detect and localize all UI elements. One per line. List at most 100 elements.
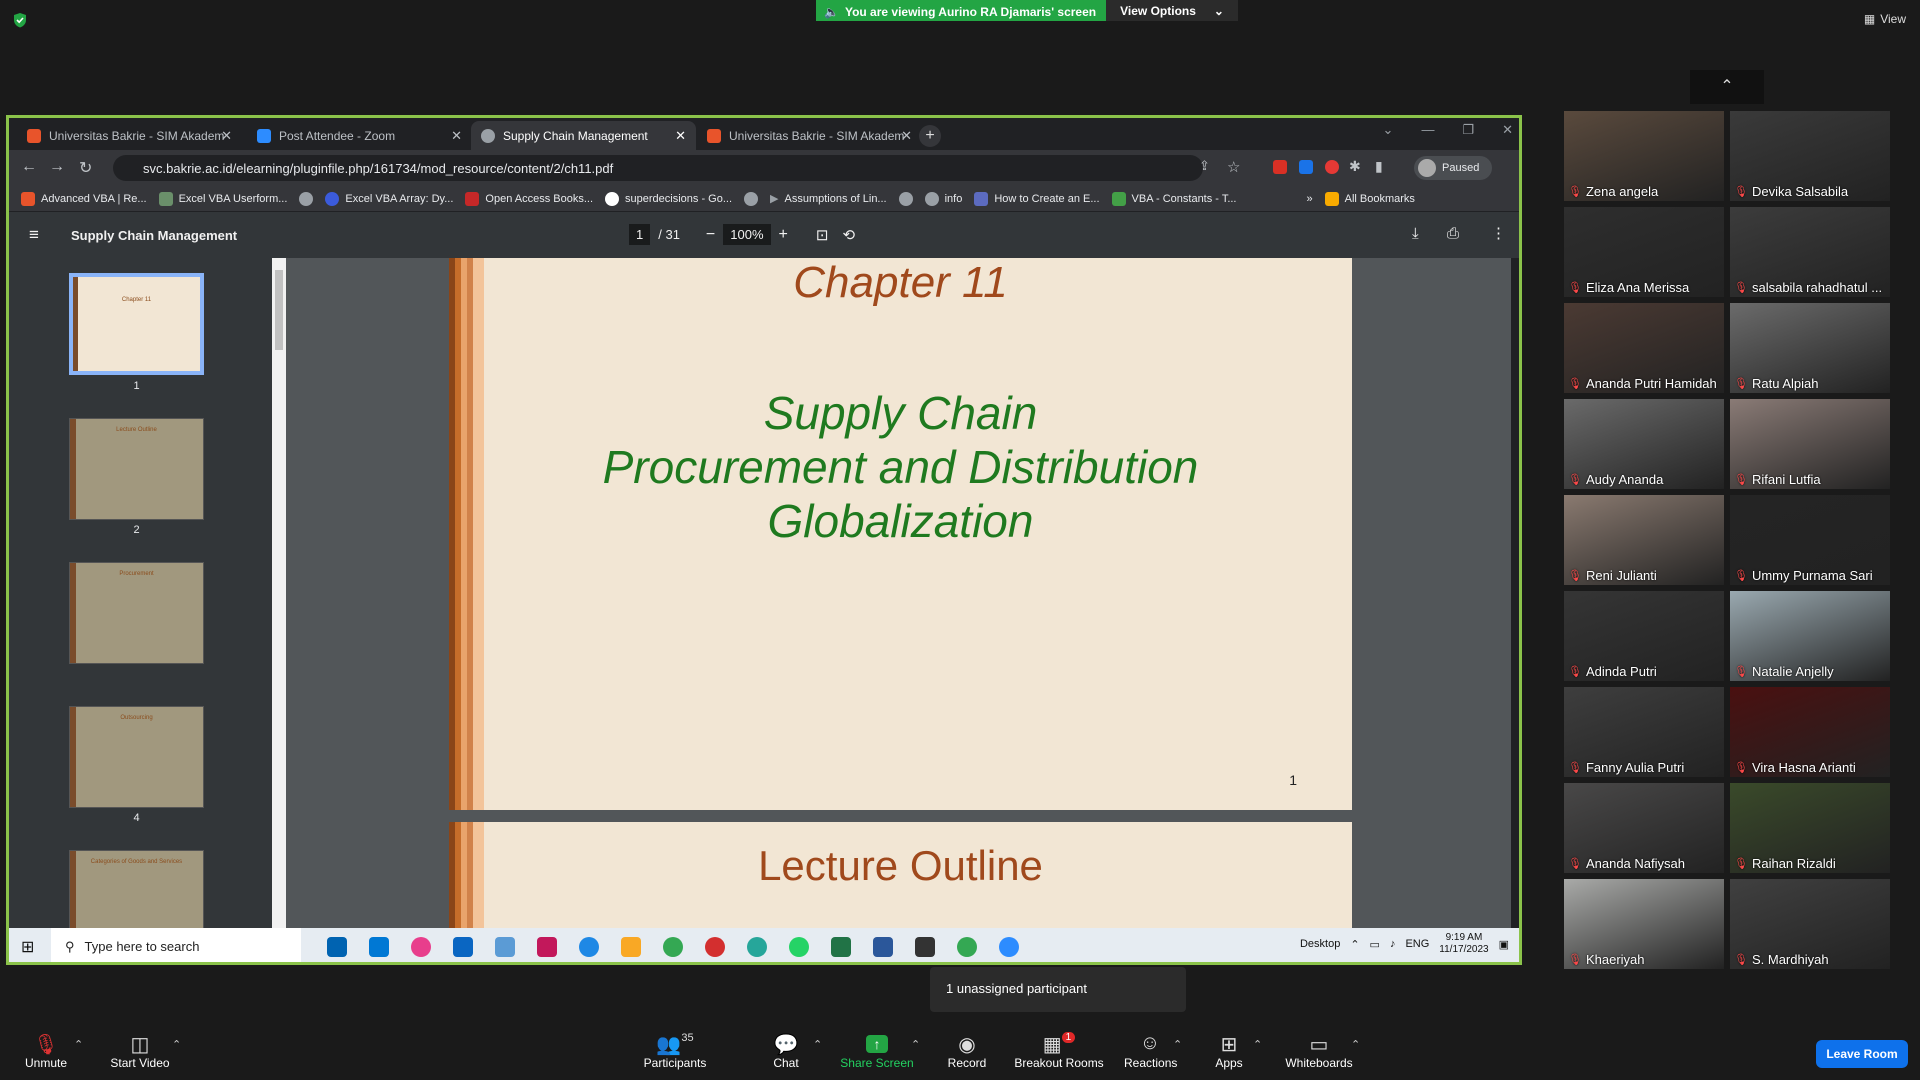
start-video-button[interactable]: ◫ Start Video (104, 1032, 176, 1070)
chat-options-chevron-icon[interactable]: ⌃ (813, 1038, 822, 1051)
more-options-icon[interactable]: ⋮ (1491, 224, 1506, 242)
participant-tile[interactable]: 🎙 Adinda Putri (1564, 591, 1724, 681)
download-icon[interactable]: ⤓ (1412, 225, 1419, 242)
bookmark-item[interactable] (744, 191, 759, 206)
bookmark-item[interactable]: superdecisions - Go... (605, 191, 732, 206)
whatsapp-icon[interactable] (789, 937, 809, 957)
taskbar-app-icon[interactable] (705, 937, 725, 957)
all-bookmarks-button[interactable]: All Bookmarks (1324, 191, 1415, 206)
close-window-icon[interactable]: ✕ (1502, 122, 1513, 138)
close-tab-icon[interactable]: ✕ (451, 128, 462, 144)
rotate-icon[interactable]: ⟲ (842, 226, 855, 244)
excel-icon[interactable] (831, 937, 851, 957)
share-options-chevron-icon[interactable]: ⌃ (911, 1038, 920, 1051)
browser-tab[interactable]: Universitas Bakrie - SIM Akadem ✕ (697, 121, 922, 150)
close-tab-icon[interactable]: ✕ (901, 128, 912, 144)
page-thumbnail[interactable]: Procurement (69, 562, 204, 664)
word-icon[interactable] (873, 937, 893, 957)
mail-icon[interactable] (453, 937, 473, 957)
page-thumbnail[interactable]: Chapter 11 (69, 273, 204, 375)
close-tab-icon[interactable]: ✕ (675, 128, 686, 144)
participant-tile[interactable]: 🎙 Vira Hasna Arianti (1730, 687, 1890, 777)
bookmark-item[interactable]: Advanced VBA | Re... (21, 191, 147, 206)
back-icon[interactable]: ← (21, 158, 37, 176)
participant-tile[interactable]: 🎙 Audy Ananda (1564, 399, 1724, 489)
participant-tile[interactable]: 🎙 Eliza Ana Merissa (1564, 207, 1724, 297)
close-tab-icon[interactable]: ✕ (221, 128, 232, 144)
bookmark-item[interactable] (898, 191, 913, 206)
bookmark-item[interactable]: Excel VBA Array: Dy... (325, 191, 453, 206)
collapse-gallery-button[interactable]: ⌃ (1690, 70, 1764, 104)
side-panel-icon[interactable]: ▮ (1375, 158, 1383, 175)
record-button[interactable]: ◉ Record (944, 1032, 990, 1070)
leave-room-button[interactable]: Leave Room (1816, 1040, 1908, 1068)
reload-icon[interactable]: ↻ (79, 158, 92, 178)
browser-tab[interactable]: Post Attendee - Zoom ✕ (247, 121, 472, 150)
forward-icon[interactable]: → (49, 158, 65, 176)
view-options-button[interactable]: View Options ⌄ (1106, 0, 1238, 21)
edge-icon[interactable] (579, 937, 599, 957)
taskbar-app-icon[interactable] (411, 937, 431, 957)
apps-options-chevron-icon[interactable]: ⌃ (1253, 1038, 1262, 1051)
taskbar-app-icon[interactable] (495, 937, 515, 957)
reactions-options-chevron-icon[interactable]: ⌃ (1173, 1038, 1182, 1051)
star-icon[interactable]: ☆ (1227, 158, 1240, 176)
whiteboards-button[interactable]: ▭ Whiteboards (1284, 1032, 1354, 1070)
new-tab-button[interactable]: + (919, 125, 941, 147)
url-field[interactable]: svc.bakrie.ac.id/elearning/pluginfile.ph… (113, 155, 1203, 181)
taskbar-app-icon[interactable] (915, 937, 935, 957)
edge-icon[interactable] (747, 937, 767, 957)
participant-tile[interactable]: 🎙 salsabila rahadhatul ... (1730, 207, 1890, 297)
bookmark-item[interactable]: info (924, 191, 962, 206)
taskbar-clock[interactable]: 9:19 AM 11/17/2023 (1439, 932, 1488, 956)
participant-tile[interactable]: 🎙 Fanny Aulia Putri (1564, 687, 1724, 777)
volume-icon[interactable]: ♪ (1390, 938, 1396, 950)
zoom-in-icon[interactable]: + (779, 226, 788, 244)
page-number-input[interactable]: 1 (629, 224, 651, 245)
participant-tile[interactable]: 🎙 Khaeriyah (1564, 879, 1724, 969)
page-thumbnail[interactable]: Outsourcing (69, 706, 204, 808)
view-button[interactable]: ▦ View (1864, 12, 1906, 26)
participant-tile[interactable]: 🎙 S. Mardhiyah (1730, 879, 1890, 969)
chevron-up-icon[interactable]: ⌃ (1350, 938, 1359, 951)
browser-tab-active[interactable]: Supply Chain Management ✕ (471, 121, 696, 150)
taskbar-app-icon[interactable] (369, 937, 389, 957)
zoom-level-input[interactable]: 100% (723, 224, 771, 245)
bookmark-item[interactable]: VBA - Constants - T... (1111, 191, 1236, 206)
participant-tile[interactable]: 🎙 Natalie Anjelly (1730, 591, 1890, 681)
share-screen-button[interactable]: ↑ Share Screen (840, 1032, 914, 1070)
participant-tile[interactable]: 🎙 Raihan Rizaldi (1730, 783, 1890, 873)
breakout-rooms-button[interactable]: ▦ 1 Breakout Rooms (1012, 1032, 1106, 1070)
folder-icon[interactable] (621, 937, 641, 957)
participant-tile[interactable]: 🎙 Rifani Lutfia (1730, 399, 1890, 489)
puzzle-icon[interactable]: ✱ (1349, 158, 1361, 175)
taskbar-app-icon[interactable] (327, 937, 347, 957)
bookmark-item[interactable]: How to Create an E... (974, 191, 1100, 206)
zoom-icon[interactable] (999, 937, 1019, 957)
restore-icon[interactable]: ❐ (1462, 122, 1474, 138)
bookmark-item[interactable]: ▶ Assumptions of Lin... (770, 192, 887, 206)
taskbar-search[interactable]: ⚲ Type here to search (51, 928, 301, 962)
bookmark-item[interactable]: Open Access Books... (465, 191, 593, 206)
thumbnail-scrollbar[interactable] (272, 258, 286, 928)
audio-options-chevron-icon[interactable]: ⌃ (74, 1038, 83, 1051)
bookmarks-overflow-button[interactable]: » (1306, 193, 1312, 205)
encryption-shield-icon[interactable] (12, 12, 28, 28)
share-icon[interactable]: ⇪ (1199, 158, 1210, 174)
unmute-button[interactable]: 🎙 Unmute (22, 1032, 70, 1070)
video-options-chevron-icon[interactable]: ⌃ (172, 1038, 181, 1051)
participant-tile[interactable]: 🎙 Reni Julianti (1564, 495, 1724, 585)
fit-page-icon[interactable]: ⊡ (816, 226, 829, 244)
chrome-icon[interactable] (663, 937, 683, 957)
bookmark-item[interactable]: Excel VBA Userform... (158, 191, 287, 206)
network-icon[interactable]: ▭ (1370, 938, 1380, 951)
taskbar-app-icon[interactable] (537, 937, 557, 957)
participant-tile[interactable]: 🎙 Ananda Putri Hamidah (1564, 303, 1724, 393)
chrome-icon[interactable] (957, 937, 977, 957)
participant-tile[interactable]: 🎙 Devika Salsabila (1730, 111, 1890, 201)
zoom-out-icon[interactable]: − (706, 226, 715, 244)
profile-button[interactable]: Paused (1414, 156, 1492, 180)
windows-start-icon[interactable]: ⊞ (21, 937, 34, 957)
participant-tile[interactable]: 🎙 Zena angela (1564, 111, 1724, 201)
print-icon[interactable]: ⎙ (1447, 225, 1459, 242)
